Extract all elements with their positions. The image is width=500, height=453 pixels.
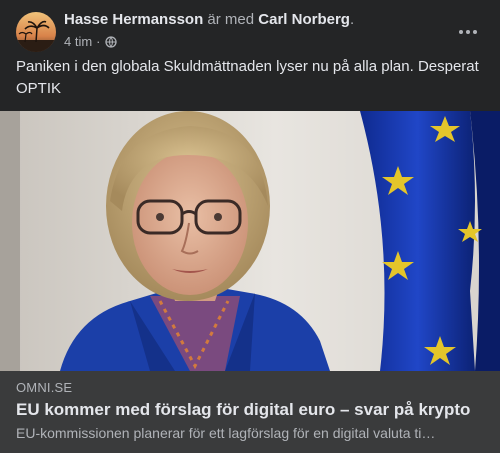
link-description: EU-kommissionen planerar för ett lagförs… — [16, 425, 436, 441]
link-preview-image[interactable] — [0, 111, 500, 371]
post-author-line: Hasse Hermansson är med Carl Norberg. — [64, 11, 354, 28]
link-domain: OMNI.SE — [16, 380, 73, 395]
author-avatar[interactable] — [16, 12, 56, 52]
post-header: Hasse Hermansson är med Carl Norberg. 4 … — [16, 10, 484, 52]
period: . — [349, 11, 355, 28]
author-name[interactable]: Hasse Hermansson — [64, 11, 203, 28]
link-title[interactable]: EU kommer med förslag för digital euro –… — [16, 400, 470, 420]
more-options-icon[interactable] — [452, 16, 484, 48]
feed-post: Hasse Hermansson är med Carl Norberg. 4 … — [0, 0, 500, 453]
tagged-person[interactable]: Carl Norberg — [258, 11, 350, 28]
with-connector: är med — [203, 11, 259, 28]
link-preview[interactable]: OMNI.SE EU kommer med förslag för digita… — [0, 371, 500, 453]
post-timestamp[interactable]: 4 tim — [64, 34, 92, 49]
meta-separator: · — [96, 34, 101, 49]
post-meta: 4 tim · — [64, 34, 117, 49]
post-body-text: Paniken i den globala Skuldmättnaden lys… — [16, 58, 479, 97]
globe-icon — [104, 35, 117, 48]
